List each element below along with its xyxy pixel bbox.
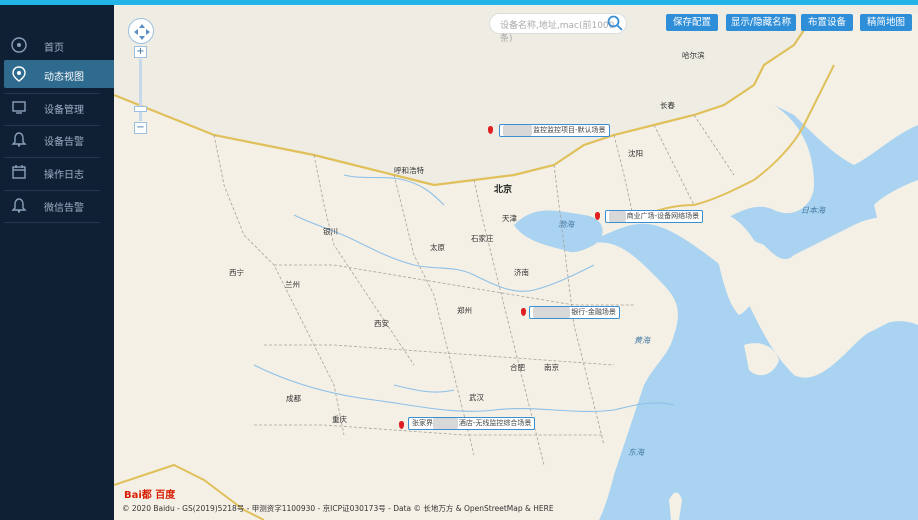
city-label: 成都 [286, 394, 301, 403]
city-label: 南京 [544, 363, 559, 372]
simple-map-button[interactable]: 精简地图 [860, 14, 912, 31]
map-pan-control[interactable] [128, 18, 154, 44]
sidebar-item-label: 操作日志 [44, 170, 84, 181]
toggle-names-button[interactable]: 显示/隐藏名称 [726, 14, 796, 31]
deploy-device-button[interactable]: 布置设备 [801, 14, 853, 31]
city-label: 重庆 [332, 415, 347, 424]
sidebar: 首页 动态视图 设备管理 设备告警 操作日志 微信告警 [0, 5, 135, 520]
map-marker-label[interactable]: xxxxxxxxx银行-金融场景 [529, 306, 620, 319]
city-label: 天津 [502, 214, 517, 223]
city-label: 西安 [374, 319, 389, 328]
city-label: 武汉 [469, 393, 484, 402]
zoom-out-button[interactable]: − [134, 122, 147, 134]
sea-label: 东海 [628, 448, 644, 457]
city-label: 西宁 [229, 268, 244, 277]
baidu-logo: Bai都 百度 [124, 490, 176, 501]
zoom-slider-handle[interactable] [134, 106, 147, 112]
city-label: 沈阳 [628, 149, 643, 158]
city-label: 呼和浩特 [394, 166, 424, 175]
city-label: 兰州 [285, 280, 300, 289]
sea-label: 日本海 [801, 206, 825, 215]
sidebar-item-label: 微信告警 [44, 203, 84, 214]
zoom-in-button[interactable]: + [134, 46, 147, 58]
city-label: 郑州 [457, 306, 472, 315]
city-label: 北京 [494, 185, 513, 195]
location-icon [12, 66, 26, 82]
search-icon[interactable] [606, 14, 624, 32]
city-label: 石家庄 [471, 234, 494, 243]
map-marker-pin[interactable] [488, 126, 493, 134]
city-label: 济南 [514, 268, 529, 277]
bell-icon [11, 198, 27, 213]
map-marker-pin[interactable] [399, 421, 404, 429]
map-canvas[interactable]: 北京 天津 石家庄 太原 济南 郑州 西安 武汉 合肥 南京 重庆 成都 呼和浩… [114, 5, 918, 520]
city-label: 银川 [323, 227, 338, 236]
calendar-icon [12, 165, 26, 179]
sidebar-item-label: 首页 [44, 43, 64, 54]
divider [4, 222, 100, 223]
sidebar-item-label: 动态视图 [44, 72, 84, 83]
sidebar-item-label: 设备告警 [44, 137, 84, 148]
sea-label: 渤海 [558, 220, 574, 229]
map-marker-label[interactable]: xxxx商业广场-设备网络场景 [605, 210, 704, 223]
city-label: 长春 [660, 101, 675, 110]
map-marker-pin[interactable] [521, 308, 526, 316]
pan-arrows-icon [134, 24, 150, 40]
map-marker-pin[interactable] [595, 212, 600, 220]
sea-label: 黄海 [634, 336, 650, 345]
sidebar-item-label: 设备管理 [44, 105, 84, 116]
bell-icon [11, 132, 27, 147]
city-label: 哈尔滨 [682, 51, 705, 60]
map-zoom-control: + − [134, 46, 148, 134]
dashboard-icon [11, 37, 27, 53]
save-config-button[interactable]: 保存配置 [666, 14, 718, 31]
device-icon [12, 101, 26, 114]
city-label: 合肥 [510, 363, 525, 372]
map-marker-label[interactable]: 张家界xxxxxx酒店-无线监控综合场景 [408, 417, 536, 430]
map-base [114, 5, 918, 520]
map-marker-label[interactable]: xxxxxxx监控监控项目-默认场景 [499, 124, 610, 137]
map-attribution: © 2020 Baidu - GS(2019)5218号 - 甲测资字11009… [122, 504, 554, 513]
city-label: 太原 [430, 243, 445, 252]
